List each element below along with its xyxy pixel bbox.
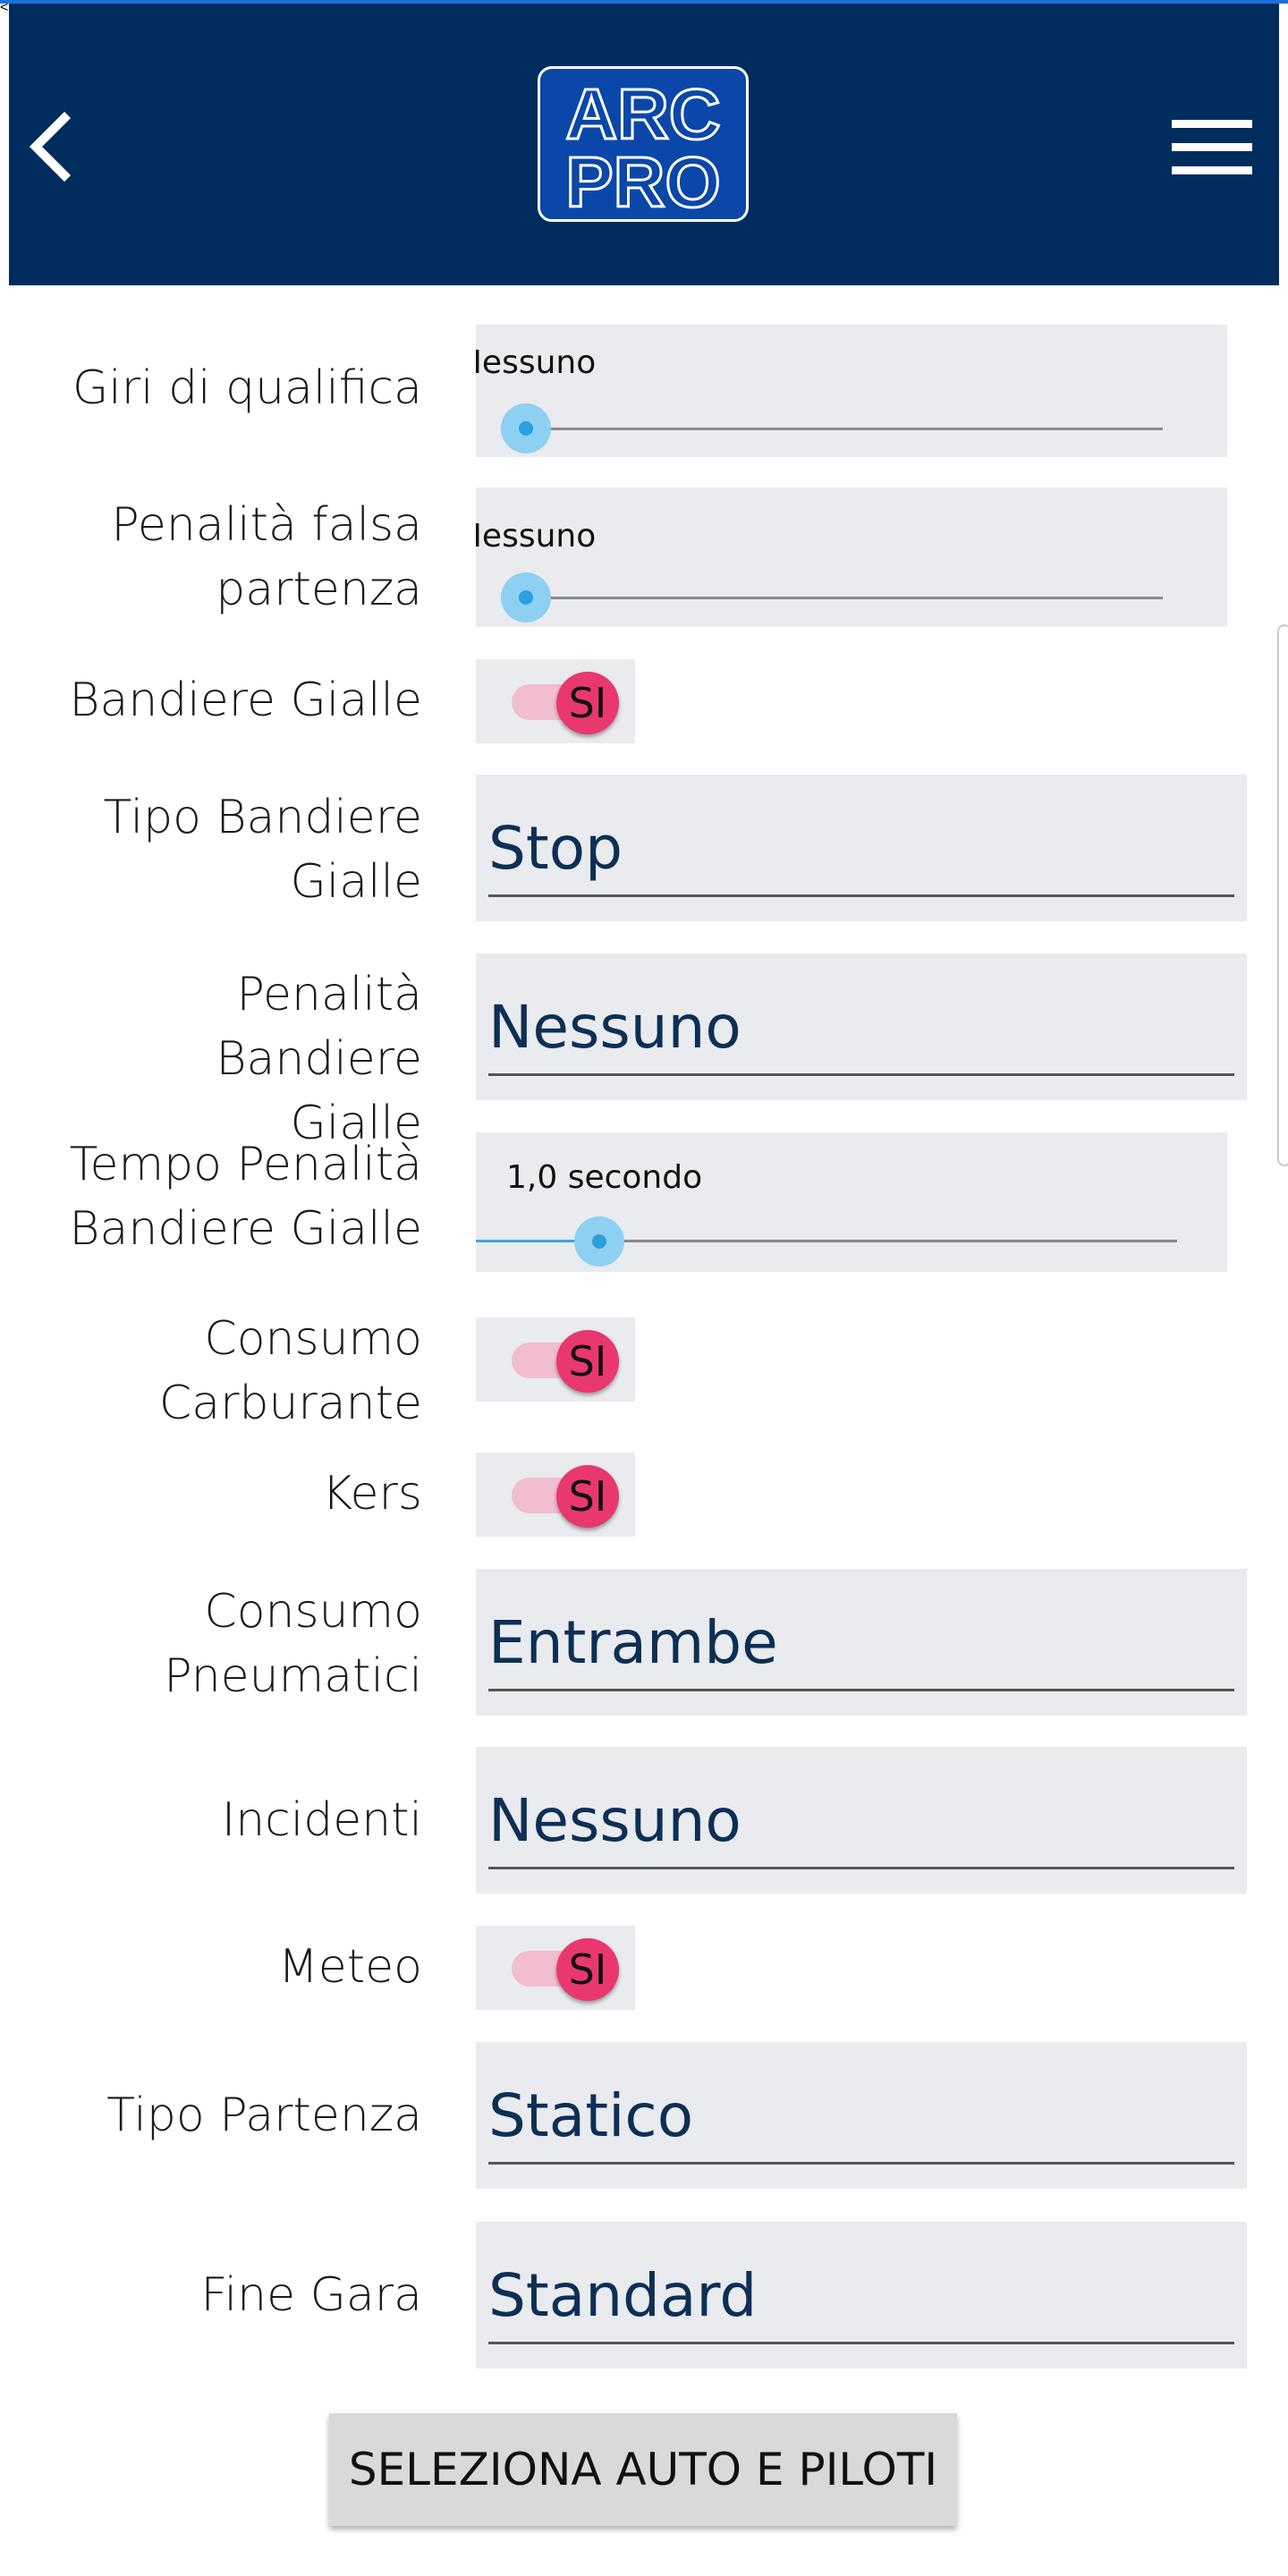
toggle-knob: SI <box>556 1938 619 2001</box>
slider-track <box>526 428 1163 430</box>
select-value: Stop <box>488 814 623 883</box>
select-fine-gara[interactable]: Standard <box>476 2222 1247 2368</box>
select-incidenti[interactable]: Nessuno <box>476 1747 1247 1894</box>
label-consumo-pneumatici: Consumo Pneumatici <box>18 1580 422 1708</box>
logo-line-2: PRO <box>565 142 720 216</box>
select-tipo-partenza[interactable]: Statico <box>476 2042 1247 2189</box>
select-underline <box>488 2162 1234 2165</box>
chevron-left-icon <box>29 111 72 182</box>
toggle-knob: SI <box>556 1330 619 1393</box>
label-tempo-penalita: Tempo Penalità Bandiere Gialle <box>18 1132 422 1261</box>
select-value: Statico <box>488 2081 694 2150</box>
toggle-knob: SI <box>556 1465 619 1528</box>
app-header: ARC PRO <box>9 4 1279 285</box>
select-cars-drivers-button[interactable]: SELEZIONA AUTO E PILOTI <box>329 2413 957 2526</box>
select-penalita-bandiere-gialle[interactable]: Nessuno <box>476 953 1247 1100</box>
label-meteo: Meteo <box>277 1940 422 1994</box>
slider-value-penalita-falsa: Nessuno <box>476 518 597 555</box>
slider-thumb[interactable] <box>501 572 551 623</box>
label-penalita-bandiere-gialle: Penalità Bandiere Gialle <box>18 962 422 1156</box>
select-value: Nessuno <box>488 993 741 1062</box>
slider-tempo-penalita[interactable]: 1,0 secondo <box>476 1132 1227 1272</box>
slider-thumb[interactable] <box>574 1216 624 1267</box>
label-giri-qualifica: Giri di qualifica <box>72 361 422 415</box>
select-tipo-bandiere-gialle[interactable]: Stop <box>476 775 1247 921</box>
label-line: Penalità Bandiere <box>216 968 422 1086</box>
label-line: Tempo Penalità <box>69 1138 422 1191</box>
select-underline <box>488 1867 1234 1869</box>
label-line: Penalità falsa <box>111 498 422 552</box>
select-underline <box>488 894 1234 897</box>
label-incidenti: Incidenti <box>221 1793 422 1847</box>
menu-button[interactable] <box>1163 109 1261 190</box>
label-tipo-bandiere-gialle: Tipo Bandiere Gialle <box>18 785 422 914</box>
slider-value-tempo-penalita: 1,0 secondo <box>506 1159 703 1196</box>
slider-penalita-falsa-partenza[interactable]: Nessuno <box>476 487 1227 627</box>
scroll-handle[interactable] <box>1277 624 1288 1166</box>
label-line: Bandiere Gialle <box>69 1202 422 1256</box>
label-fine-gara: Fine Gara <box>200 2268 422 2322</box>
toggle-consumo-carburante[interactable]: SI <box>476 1318 635 1402</box>
toggle-knob: SI <box>556 672 619 734</box>
label-line: Carburante <box>158 1377 422 1430</box>
label-kers: Kers <box>322 1467 422 1521</box>
back-button[interactable] <box>20 102 82 191</box>
toggle-meteo[interactable]: SI <box>476 1926 635 2010</box>
label-bandiere-gialle: Bandiere Gialle <box>69 674 422 727</box>
label-consumo-carburante: Consumo Carburante <box>18 1307 422 1436</box>
select-value: Standard <box>488 2261 758 2330</box>
select-underline <box>488 1689 1234 1691</box>
label-line: Tipo Bandiere <box>103 791 422 844</box>
toggle-bandiere-gialle[interactable]: SI <box>476 659 635 743</box>
hamburger-menu-icon <box>1172 120 1252 174</box>
select-underline <box>488 1073 1234 1076</box>
slider-value-giri-qualifica: Nessuno <box>476 344 597 381</box>
label-line: Pneumatici <box>164 1649 422 1703</box>
label-tipo-partenza: Tipo Partenza <box>106 2089 422 2142</box>
select-value: Entrambe <box>488 1608 778 1677</box>
slider-track <box>526 597 1163 599</box>
label-penalita-falsa-partenza: Penalità falsa partenza <box>18 493 422 622</box>
select-underline <box>488 2342 1234 2344</box>
label-line: Consumo <box>204 1585 422 1639</box>
label-line: partenza <box>216 563 422 616</box>
select-value: Nessuno <box>488 1786 741 1855</box>
app-logo: ARC PRO <box>538 66 749 222</box>
select-consumo-pneumatici[interactable]: Entrambe <box>476 1569 1247 1716</box>
slider-giri-qualifica[interactable]: Nessuno <box>476 325 1227 457</box>
slider-thumb[interactable] <box>501 403 551 453</box>
label-line: Gialle <box>290 855 423 909</box>
label-line: Consumo <box>204 1312 422 1366</box>
toggle-kers[interactable]: SI <box>476 1453 635 1537</box>
